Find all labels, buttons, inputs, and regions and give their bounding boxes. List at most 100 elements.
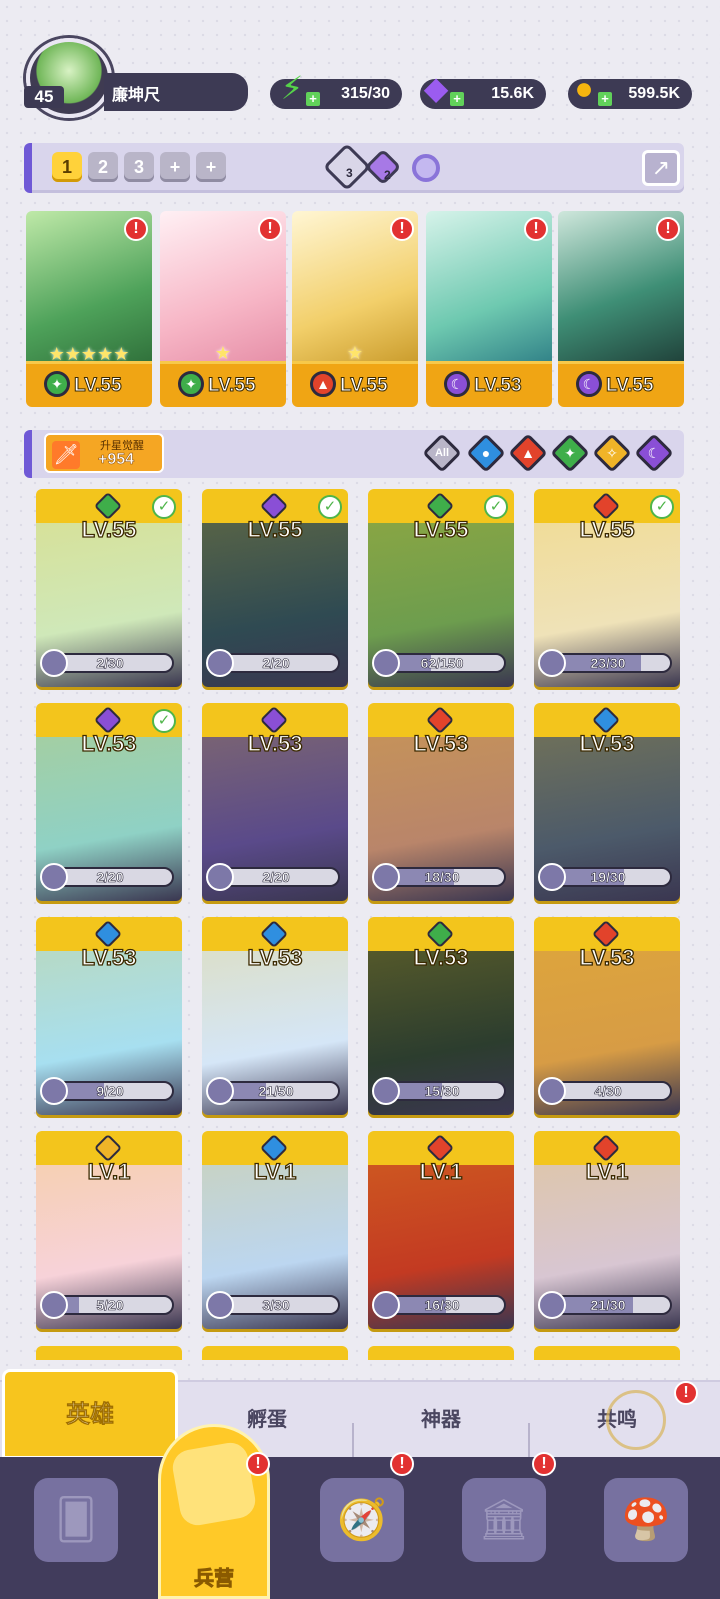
hero-card[interactable]: LV.53 15/30: [368, 917, 514, 1115]
hero-card[interactable]: ✓ LV.55 62/150: [368, 489, 514, 687]
fire-element-icon: [591, 1133, 621, 1163]
alert-badge-icon: !: [390, 217, 414, 241]
awaken-value: +954: [98, 451, 135, 469]
hero-card[interactable]: LV.53 18/30: [368, 703, 514, 901]
mushroom-icon[interactable]: 🍄: [604, 1478, 688, 1562]
hero-card[interactable]: LV.1 5/20: [36, 1131, 182, 1329]
water-element-icon: [259, 1133, 289, 1163]
hero-level: LV.53: [579, 944, 635, 970]
check-icon: ✓: [152, 709, 176, 733]
shard-icon: [40, 1291, 68, 1319]
wind-element-icon: [425, 919, 455, 949]
alert-badge-icon: !: [524, 217, 548, 241]
tab-artifacts[interactable]: 神器: [356, 1395, 526, 1445]
hero-level: LV.1: [585, 1158, 629, 1184]
shard-icon: [206, 1291, 234, 1319]
dark-element-icon: [259, 491, 289, 521]
crystal-count: 3: [346, 166, 353, 180]
team-hero-card[interactable]: ★ ▲ LV.55 !: [292, 211, 418, 407]
hero-level: LV.55: [606, 375, 655, 397]
light-element-icon: [93, 1133, 123, 1163]
team-slot-add-2[interactable]: +: [196, 152, 226, 182]
hero-card[interactable]: LV.53 21/50: [202, 917, 348, 1115]
shrine-icon[interactable]: 🏛: [462, 1478, 546, 1562]
hero-card[interactable]: LV.1 21/30: [534, 1131, 680, 1329]
sword-icon: 🗡: [52, 441, 80, 469]
hero-card[interactable]: LV.53 4/30: [534, 917, 680, 1115]
fire-element-icon: [425, 1133, 455, 1163]
team-hero-card[interactable]: ☾ LV.53 !: [426, 211, 552, 407]
shard-icon: [538, 1291, 566, 1319]
map-icon[interactable]: 🧭: [320, 1478, 404, 1562]
alert-badge-icon: !: [532, 1452, 556, 1476]
dark-crystal-count: 2: [384, 168, 391, 182]
hero-level: LV.55: [208, 375, 257, 397]
alert-badge-icon: !: [246, 1452, 270, 1476]
shard-icon: [206, 1077, 234, 1105]
hero-level: LV.53: [474, 375, 523, 397]
team-slot-3[interactable]: 3: [124, 152, 154, 182]
shard-icon: [372, 1077, 400, 1105]
fire-element-icon: [425, 705, 455, 735]
shard-icon: [206, 863, 234, 891]
hero-card[interactable]: ✓ LV.55 23/30: [534, 489, 680, 687]
team-hero-card[interactable]: ☾ LV.55 !: [558, 211, 684, 407]
hero-level: LV.53: [247, 944, 303, 970]
wind-element-icon: [425, 491, 455, 521]
alert-badge-icon: !: [390, 1452, 414, 1476]
dark-element-icon: ☾: [444, 371, 470, 397]
player-level-badge: 45: [24, 86, 64, 108]
hero-level: LV.53: [413, 730, 469, 756]
team-hero-card[interactable]: ★ ✦ LV.55 !: [160, 211, 286, 407]
add-gems-icon[interactable]: +: [450, 92, 464, 106]
hero-card[interactable]: LV.1 16/30: [368, 1131, 514, 1329]
hero-level: LV.53: [81, 944, 137, 970]
awaken-button[interactable]: 🗡 升星觉醒 +954: [44, 433, 164, 473]
hero-level: LV.55: [579, 516, 635, 542]
hero-level: LV.1: [419, 1158, 463, 1184]
team-slot-1[interactable]: 1: [52, 152, 82, 182]
hero-card[interactable]: ✓ LV.55 2/20: [202, 489, 348, 687]
team-slot-add-1[interactable]: +: [160, 152, 190, 182]
shard-icon: [538, 863, 566, 891]
shard-icon: [206, 649, 234, 677]
hero-card[interactable]: ✓ LV.55 2/30: [36, 489, 182, 687]
shard-icon: [372, 649, 400, 677]
cards-icon[interactable]: 🂠: [34, 1478, 118, 1562]
add-coins-icon[interactable]: +: [598, 92, 612, 106]
share-icon[interactable]: ↗: [642, 150, 680, 186]
shard-icon: [538, 1077, 566, 1105]
barracks-label: 兵营: [194, 1568, 235, 1591]
hero-card[interactable]: ✓ LV.53 2/20: [36, 703, 182, 901]
alert-badge-icon: !: [258, 217, 282, 241]
dark-element-icon: ☾: [576, 371, 602, 397]
shard-icon: [372, 863, 400, 891]
hero-card[interactable]: LV.53 9/20: [36, 917, 182, 1115]
hero-card[interactable]: LV.53 19/30: [534, 703, 680, 901]
hero-level: LV.1: [87, 1158, 131, 1184]
add-energy-icon[interactable]: +: [306, 92, 320, 106]
hero-card[interactable]: LV.1 3/30: [202, 1131, 348, 1329]
hero-level: LV.1: [253, 1158, 297, 1184]
check-icon: ✓: [484, 495, 508, 519]
hero-level: LV.55: [413, 516, 469, 542]
check-icon: ✓: [650, 495, 674, 519]
hero-level: LV.55: [81, 516, 137, 542]
search-icon[interactable]: [412, 154, 440, 182]
player-name[interactable]: 廉坤尺: [104, 73, 248, 111]
hero-card[interactable]: LV.53 2/20: [202, 703, 348, 901]
team-hero-card[interactable]: ★★★★★ ✦ LV.55 !: [26, 211, 152, 407]
water-element-icon: [259, 919, 289, 949]
alert-badge-icon: !: [674, 1381, 698, 1405]
hero-level: LV.53: [413, 944, 469, 970]
fire-element-icon: [591, 919, 621, 949]
team-slot-2[interactable]: 2: [88, 152, 118, 182]
hero-level: LV.55: [340, 375, 389, 397]
hero-level: LV.53: [247, 730, 303, 756]
dark-element-icon: [93, 705, 123, 735]
tab-heroes[interactable]: 英雄: [2, 1369, 178, 1459]
shard-icon: [538, 649, 566, 677]
wind-element-icon: ✦: [178, 371, 204, 397]
hero-level: LV.55: [74, 375, 123, 397]
filter-all-label: All: [434, 447, 450, 459]
